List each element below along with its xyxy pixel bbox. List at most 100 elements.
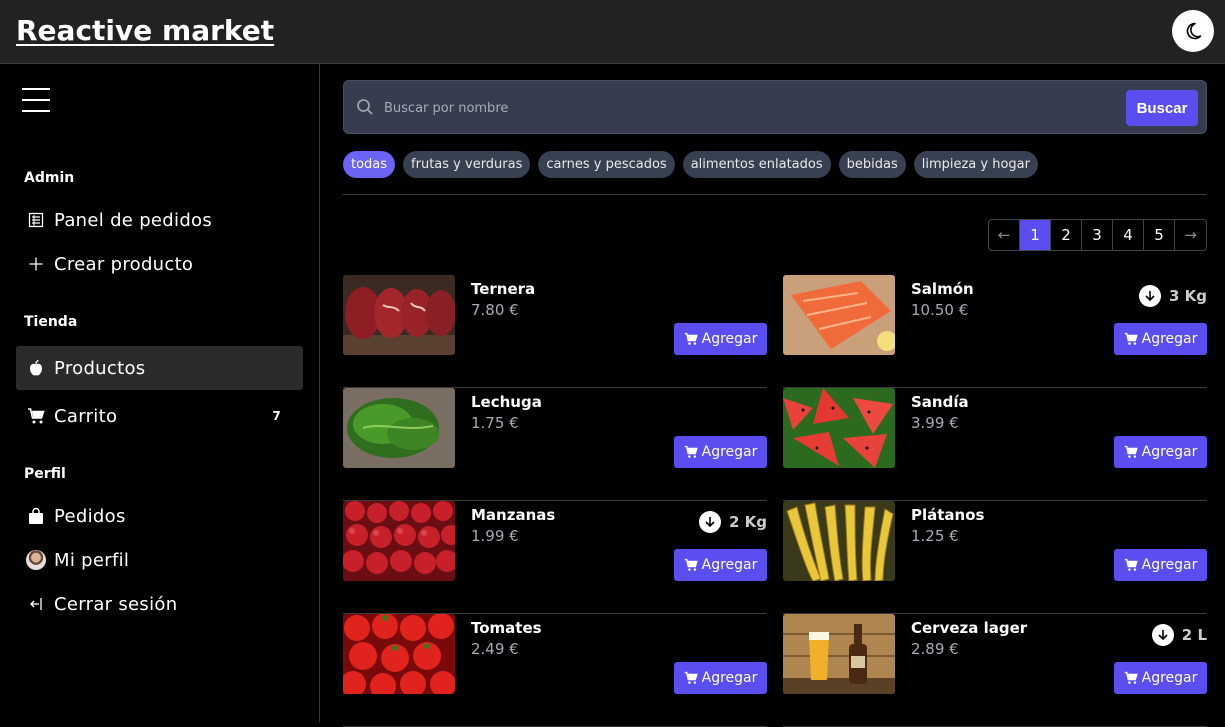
weight-label: 2 L (1181, 626, 1207, 644)
product-price: 2.49 € (471, 640, 519, 658)
sidebar: Admin Panel de pedidos Crear producto Ti… (0, 64, 320, 722)
product-name: Plátanos (911, 506, 985, 524)
product-name: Cerveza lager (911, 619, 1028, 637)
add-to-cart-button[interactable]: Agregar (1114, 436, 1207, 468)
product-name: Sandía (911, 393, 969, 411)
product-price: 1.25 € (911, 527, 959, 545)
next-page-button[interactable]: → (1175, 220, 1206, 250)
add-label: Agregar (701, 557, 758, 573)
sidebar-item-mi-perfil[interactable]: Mi perfil (16, 538, 303, 582)
sidebar-item-label: Productos (54, 357, 146, 379)
logout-icon (26, 594, 46, 614)
product-card: Salmón 10.50 € 3 Kg Agregar (783, 275, 1207, 388)
section-title-admin: Admin (24, 170, 75, 186)
top-bar: Reactive market (0, 0, 1225, 64)
sidebar-item-label: Cerrar sesión (54, 593, 178, 615)
add-label: Agregar (1141, 444, 1198, 460)
weight-info: 2 L (1151, 624, 1207, 646)
cart-count-badge: 7 (272, 409, 281, 423)
product-name: Ternera (471, 280, 536, 298)
section-title-tienda: Tienda (24, 314, 78, 330)
prev-page-button[interactable]: ← (989, 220, 1020, 250)
orders-panel-icon (26, 210, 46, 230)
page-button[interactable]: 1 (1020, 220, 1051, 250)
add-to-cart-button[interactable]: Agregar (674, 436, 767, 468)
sidebar-item-panel-pedidos[interactable]: Panel de pedidos (16, 198, 303, 242)
search-icon (357, 99, 373, 115)
weight-label: 2 Kg (728, 513, 767, 531)
cart-icon (684, 671, 698, 684)
category-chip[interactable]: todas (343, 151, 396, 178)
divider (343, 194, 1207, 195)
product-image-bananas[interactable] (783, 501, 895, 581)
brand-logo[interactable]: Reactive market (16, 14, 274, 47)
product-price: 1.99 € (471, 527, 519, 545)
product-card: Ternera 7.80 € Agregar (343, 275, 767, 388)
arrow-down-icon (698, 511, 721, 533)
category-filters: todas frutas y verduras carnes y pescado… (343, 151, 1038, 178)
cart-icon (1124, 445, 1138, 458)
sidebar-item-label: Carrito (54, 405, 118, 427)
cart-icon (1124, 671, 1138, 684)
weight-info: 2 Kg (698, 511, 767, 533)
arrow-down-icon (1138, 285, 1161, 307)
arrow-down-icon (1151, 624, 1174, 646)
theme-toggle-button[interactable] (1172, 10, 1214, 52)
page-button[interactable]: 3 (1082, 220, 1113, 250)
page-button[interactable]: 5 (1144, 220, 1175, 250)
cart-icon (1124, 558, 1138, 571)
add-label: Agregar (1141, 557, 1198, 573)
product-card: Tomates 2.49 € Agregar (343, 614, 767, 727)
product-image-tomatoes[interactable] (343, 614, 455, 694)
product-image-watermelon[interactable] (783, 388, 895, 468)
menu-icon[interactable] (22, 88, 50, 112)
category-chip[interactable]: limpieza y hogar (913, 151, 1038, 178)
search-button[interactable]: Buscar (1126, 90, 1198, 126)
product-image-apples[interactable] (343, 501, 455, 581)
add-to-cart-button[interactable]: Agregar (1114, 323, 1207, 355)
add-label: Agregar (701, 670, 758, 686)
category-chip[interactable]: carnes y pescados (538, 151, 675, 178)
add-to-cart-button[interactable]: Agregar (674, 323, 767, 355)
add-label: Agregar (701, 444, 758, 460)
cart-icon (26, 406, 46, 426)
product-price: 7.80 € (471, 301, 519, 319)
add-label: Agregar (1141, 670, 1198, 686)
section-title-perfil: Perfil (24, 466, 66, 482)
product-image-salmon[interactable] (783, 275, 895, 355)
category-chip[interactable]: alimentos enlatados (682, 151, 831, 178)
main-content: Buscar todas frutas y verduras carnes y … (320, 64, 1225, 727)
add-to-cart-button[interactable]: Agregar (1114, 549, 1207, 581)
add-label: Agregar (701, 331, 758, 347)
product-price: 10.50 € (911, 301, 969, 319)
search-bar: Buscar (343, 80, 1207, 134)
product-card: Plátanos 1.25 € Agregar (783, 501, 1207, 614)
category-chip[interactable]: bebidas (838, 151, 906, 178)
add-to-cart-button[interactable]: Agregar (1114, 662, 1207, 694)
sidebar-item-pedidos[interactable]: Pedidos (16, 494, 303, 538)
search-input[interactable] (384, 97, 1084, 119)
page-button[interactable]: 2 (1051, 220, 1082, 250)
product-image-lettuce[interactable] (343, 388, 455, 468)
product-price: 1.75 € (471, 414, 519, 432)
add-to-cart-button[interactable]: Agregar (674, 662, 767, 694)
cart-icon (684, 332, 698, 345)
page-button[interactable]: 4 (1113, 220, 1144, 250)
sidebar-item-label: Crear producto (54, 253, 194, 275)
category-chip[interactable]: frutas y verduras (403, 151, 531, 178)
product-name: Lechuga (471, 393, 542, 411)
add-to-cart-button[interactable]: Agregar (674, 549, 767, 581)
pagination: ← 1 2 3 4 5 → (988, 219, 1207, 251)
sidebar-item-productos[interactable]: Productos (16, 346, 303, 390)
sidebar-item-label: Panel de pedidos (54, 209, 213, 231)
weight-info: 3 Kg (1138, 285, 1207, 307)
sidebar-item-carrito[interactable]: Carrito 7 (16, 394, 303, 438)
sidebar-item-crear-producto[interactable]: Crear producto (16, 242, 303, 286)
product-card: Lechuga 1.75 € Agregar (343, 388, 767, 501)
bag-icon (26, 506, 46, 526)
product-image-beef[interactable] (343, 275, 455, 355)
cart-icon (1124, 332, 1138, 345)
product-image-beer[interactable] (783, 614, 895, 694)
sidebar-item-cerrar-sesion[interactable]: Cerrar sesión (16, 582, 303, 626)
weight-label: 3 Kg (1168, 287, 1207, 305)
